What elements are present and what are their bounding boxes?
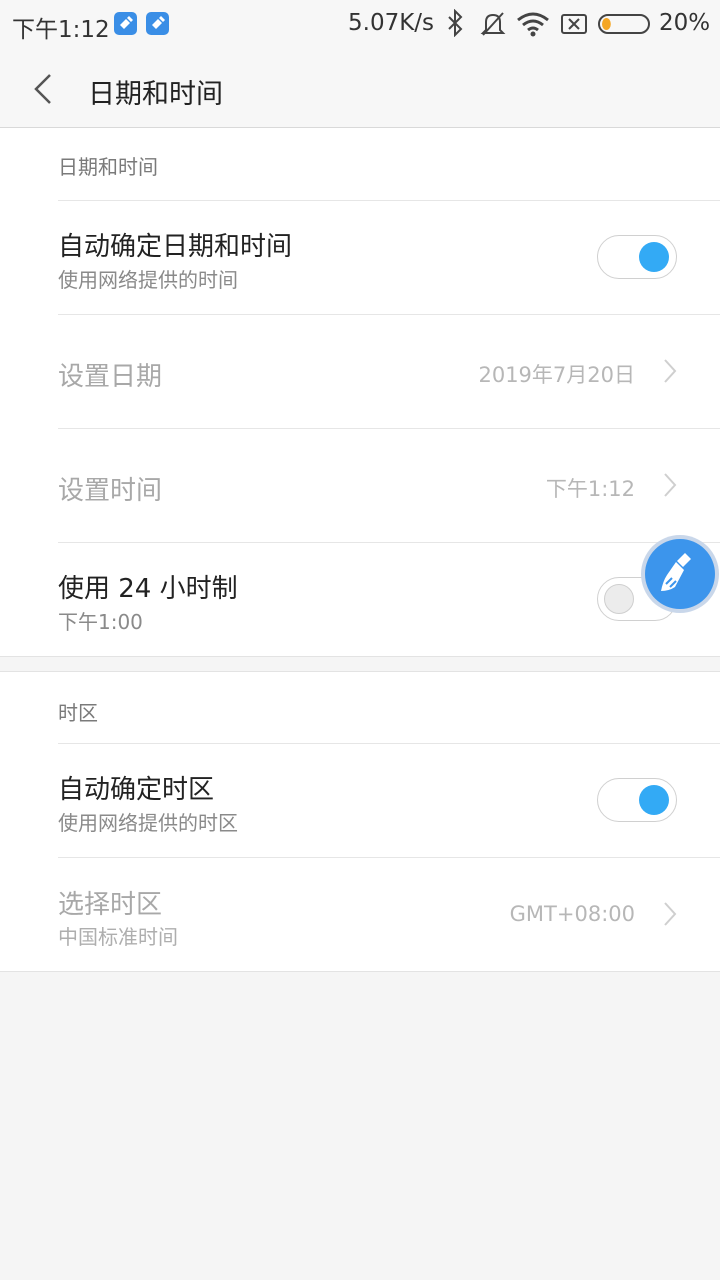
network-speed: 5.07K/s [348,10,435,36]
app-notification-icon [146,12,169,35]
battery-icon [598,14,650,34]
auto-timezone-toggle[interactable] [597,778,677,822]
select-timezone-value: GMT+08:00 [509,902,635,926]
chevron-left-icon[interactable] [30,72,60,106]
status-time: 下午1:12 [12,17,110,43]
set-date-value: 2019年7月20日 [478,363,635,387]
top-app-bar: 日期和时间 [0,50,720,128]
select-timezone-title: 选择时区 [58,890,163,920]
auto-timezone-row[interactable]: 自动确定时区 使用网络提供的时区 [0,744,720,857]
auto-timezone-subtitle: 使用网络提供的时区 [58,811,238,835]
set-time-value: 下午1:12 [545,477,635,501]
auto-datetime-row[interactable]: 自动确定日期和时间 使用网络提供的时间 [0,201,720,314]
use-24h-row[interactable]: 使用 24 小时制 下午1:00 [0,543,720,656]
app-notification-icon [114,12,137,35]
chevron-right-icon [664,473,677,497]
section-header-timezone: 时区 [58,701,98,725]
mute-icon [480,12,506,36]
status-bar: 下午1:12 5.07K/s 20% [0,0,720,50]
wifi-icon [517,12,549,37]
set-date-row[interactable]: 设置日期 2019年7月20日 [0,315,720,428]
use-24h-subtitle: 下午1:00 [58,610,143,634]
no-sim-icon [561,14,587,34]
page-title: 日期和时间 [88,79,223,110]
auto-datetime-title: 自动确定日期和时间 [58,232,293,262]
set-date-title: 设置日期 [58,362,163,392]
datetime-section: 日期和时间 自动确定日期和时间 使用网络提供的时间 设置日期 2019年7月20… [0,128,720,657]
auto-timezone-title: 自动确定时区 [58,775,215,805]
chevron-right-icon [664,359,677,383]
set-time-row[interactable]: 设置时间 下午1:12 [0,429,720,542]
chevron-right-icon [664,902,677,926]
select-timezone-subtitle: 中国标准时间 [58,925,178,949]
bluetooth-icon [448,9,463,37]
use-24h-title: 使用 24 小时制 [58,574,238,604]
timezone-section: 时区 自动确定时区 使用网络提供的时区 选择时区 中国标准时间 GMT+08:0… [0,671,720,972]
auto-datetime-toggle[interactable] [597,235,677,279]
set-time-title: 设置时间 [58,476,163,506]
auto-datetime-subtitle: 使用网络提供的时间 [58,268,238,292]
section-header-datetime: 日期和时间 [58,155,158,179]
broom-icon [661,553,691,591]
battery-percent: 20% [659,10,711,36]
select-timezone-row[interactable]: 选择时区 中国标准时间 GMT+08:00 [0,858,720,971]
floating-ball[interactable] [641,535,719,613]
